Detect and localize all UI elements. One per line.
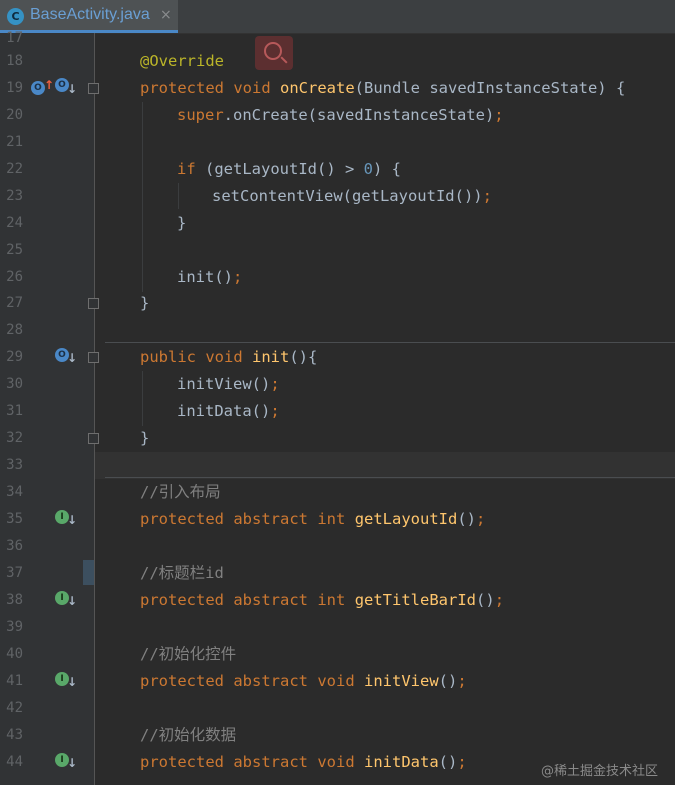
arrow-down-icon: ↓ bbox=[67, 756, 78, 770]
code-text: //标题栏id bbox=[140, 564, 224, 582]
code-text: //初始化数据 bbox=[140, 726, 237, 744]
line-number: 26 bbox=[6, 269, 23, 285]
arrow-down-icon: ↓ bbox=[67, 594, 78, 608]
line-number: 27 bbox=[6, 295, 23, 311]
code-line: 35 I ↓ protected abstract int getLayoutI… bbox=[0, 506, 675, 533]
code-text: if (getLayoutId() > 0) { bbox=[177, 160, 401, 178]
code-text: } bbox=[140, 429, 150, 447]
arrow-down-icon: ↓ bbox=[67, 513, 78, 527]
line-number: 21 bbox=[6, 134, 23, 150]
watermark: @稀土掘金技术社区 bbox=[541, 764, 659, 779]
fold-icon[interactable] bbox=[88, 352, 99, 363]
code-text: } bbox=[177, 214, 187, 232]
code-line: 23 setContentView(getLayoutId()); bbox=[0, 183, 675, 210]
code-line: 24 } bbox=[0, 210, 675, 237]
line-number: 44 bbox=[6, 754, 23, 770]
line-number: 30 bbox=[6, 376, 23, 392]
code-line: 34 //引入布局 bbox=[0, 479, 675, 506]
line-number: 28 bbox=[6, 322, 23, 338]
line-number: 40 bbox=[6, 646, 23, 662]
code-line: 22 if (getLayoutId() > 0) { bbox=[0, 156, 675, 183]
code-text: public void init(){ bbox=[140, 348, 318, 366]
fold-icon[interactable] bbox=[88, 433, 99, 444]
code-text: protected abstract int getLayoutId(); bbox=[140, 510, 486, 528]
fold-icon[interactable] bbox=[88, 298, 99, 309]
line-number: 35 bbox=[6, 511, 23, 527]
code-text: protected abstract void initView(); bbox=[140, 672, 467, 690]
code-line: 39 bbox=[0, 614, 675, 641]
tab-title: BaseActivity.java bbox=[30, 6, 150, 23]
code-text: initView(); bbox=[177, 375, 280, 393]
code-line: 42 bbox=[0, 695, 675, 722]
arrow-down-icon: ↓ bbox=[67, 675, 78, 689]
code-text: @Override bbox=[140, 52, 224, 70]
line-number: 32 bbox=[6, 430, 23, 446]
line-number: 29 bbox=[6, 349, 23, 365]
line-number: 34 bbox=[6, 484, 23, 500]
code-line: 21 bbox=[0, 129, 675, 156]
arrow-up-icon: ↑ bbox=[44, 78, 55, 92]
arrow-down-icon: ↓ bbox=[67, 351, 78, 365]
code-text: } bbox=[140, 294, 150, 312]
code-line: 18 @Override bbox=[0, 48, 675, 75]
code-line: 29 O ↓ public void init(){ bbox=[0, 344, 675, 371]
code-text: //初始化控件 bbox=[140, 645, 237, 663]
code-line: 43 //初始化数据 bbox=[0, 722, 675, 749]
line-number: 31 bbox=[6, 403, 23, 419]
code-line: 25 bbox=[0, 237, 675, 264]
code-text: protected abstract void initData(); bbox=[140, 753, 467, 771]
line-number: 43 bbox=[6, 727, 23, 743]
code-line: 36 bbox=[0, 533, 675, 560]
line-number: 41 bbox=[6, 673, 23, 689]
code-line: 27 } bbox=[0, 290, 675, 317]
code-line: 40 //初始化控件 bbox=[0, 641, 675, 668]
code-line: 32 } bbox=[0, 425, 675, 452]
code-line: 33 bbox=[0, 452, 675, 479]
line-number: 22 bbox=[6, 161, 23, 177]
line-number: 38 bbox=[6, 592, 23, 608]
code-line: 20 super.onCreate(savedInstanceState); bbox=[0, 102, 675, 129]
line-number: 42 bbox=[6, 700, 23, 716]
code-text: //引入布局 bbox=[140, 483, 221, 501]
override-icon[interactable]: O bbox=[31, 81, 45, 95]
code-line: 38 I ↓ protected abstract int getTitleBa… bbox=[0, 587, 675, 614]
code-text: init(); bbox=[177, 268, 243, 286]
code-line: 26 init(); bbox=[0, 264, 675, 291]
code-text: protected void onCreate(Bundle savedInst… bbox=[140, 79, 626, 97]
code-line: 41 I ↓ protected abstract void initView(… bbox=[0, 668, 675, 695]
line-number: 33 bbox=[6, 457, 23, 473]
fold-icon[interactable] bbox=[88, 83, 99, 94]
line-number: 19 bbox=[6, 80, 23, 96]
code-line: 30 initView(); bbox=[0, 371, 675, 398]
code-text: super.onCreate(savedInstanceState); bbox=[177, 106, 504, 124]
code-line: 31 initData(); bbox=[0, 398, 675, 425]
code-line: 28 bbox=[0, 317, 675, 344]
line-number: 18 bbox=[6, 53, 23, 69]
line-number: 39 bbox=[6, 619, 23, 635]
code-line: 19 O ↑ O ↓ protected void onCreate(Bundl… bbox=[0, 75, 675, 102]
line-number: 25 bbox=[6, 242, 23, 258]
arrow-down-icon: ↓ bbox=[67, 82, 78, 96]
code-text: setContentView(getLayoutId()); bbox=[212, 187, 492, 205]
code-text: initData(); bbox=[177, 402, 280, 420]
line-number: 37 bbox=[6, 565, 23, 581]
line-number: 24 bbox=[6, 215, 23, 231]
java-class-icon: C bbox=[7, 8, 24, 25]
line-number: 36 bbox=[6, 538, 23, 554]
line-number: 20 bbox=[6, 107, 23, 123]
code-line: 37 //标题栏id bbox=[0, 560, 675, 587]
line-number: 23 bbox=[6, 188, 23, 204]
code-text: protected abstract int getTitleBarId(); bbox=[140, 591, 505, 609]
close-icon[interactable]: × bbox=[160, 7, 172, 23]
